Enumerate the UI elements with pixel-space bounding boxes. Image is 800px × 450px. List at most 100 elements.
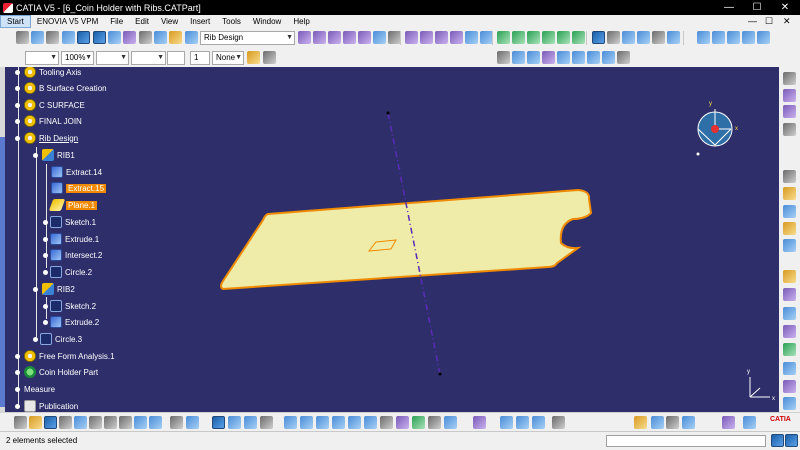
polyline-icon[interactable] <box>497 51 510 64</box>
tree-node-tooling-axis[interactable]: Tooling Axis <box>15 67 81 79</box>
point-style-select[interactable] <box>167 51 185 65</box>
pad-icon[interactable] <box>783 89 796 102</box>
plane-tool-icon[interactable] <box>783 222 796 235</box>
car-icon[interactable] <box>552 416 565 429</box>
save-icon[interactable] <box>44 416 57 429</box>
tree-expander[interactable] <box>15 386 20 392</box>
tree-expander[interactable] <box>15 85 20 91</box>
tree-node-circle-2[interactable]: Circle.2 <box>43 265 92 279</box>
analysis-icon[interactable] <box>154 31 167 44</box>
measure-item-icon[interactable] <box>228 416 241 429</box>
tree-node-extract-15[interactable]: Extract.15 <box>51 181 107 195</box>
point-icon[interactable] <box>587 51 600 64</box>
tree-node-intersect-2[interactable]: Intersect.2 <box>43 248 102 262</box>
menu-tools[interactable]: Tools <box>216 15 247 28</box>
ghost-icon[interactable] <box>666 416 679 429</box>
light-icon[interactable] <box>169 31 182 44</box>
draft-icon[interactable] <box>527 31 540 44</box>
tree-expander[interactable] <box>15 369 20 375</box>
doc-minimize-button[interactable]: — <box>748 16 757 26</box>
color-select[interactable]: ▼ <box>25 51 59 65</box>
tree-expander[interactable] <box>15 135 20 141</box>
compass-gizmo[interactable] <box>696 109 733 156</box>
shading-icon[interactable] <box>412 416 425 429</box>
multi-section-icon[interactable] <box>783 288 796 301</box>
snap-icon[interactable] <box>617 51 630 64</box>
tree-expander[interactable] <box>43 252 48 258</box>
quick-print-icon[interactable] <box>74 416 87 429</box>
comment-icon[interactable] <box>186 416 199 429</box>
sketcher-icon[interactable] <box>783 72 796 85</box>
power-input-icon[interactable] <box>771 434 784 447</box>
scroll-down-icon[interactable] <box>783 170 796 183</box>
catalog-icon[interactable] <box>473 416 486 429</box>
fly-icon[interactable] <box>284 416 297 429</box>
revolve-icon[interactable] <box>783 307 796 320</box>
line-tool-icon[interactable] <box>783 205 796 218</box>
grid-icon[interactable] <box>62 31 75 44</box>
sweep-tool-icon[interactable] <box>783 270 796 283</box>
compass-icon[interactable] <box>31 31 44 44</box>
projection-icon[interactable] <box>542 51 555 64</box>
tree-expander[interactable] <box>15 118 20 124</box>
measure-icon[interactable] <box>139 31 152 44</box>
shell-icon[interactable] <box>542 31 555 44</box>
diagonal-line-icon[interactable] <box>512 51 525 64</box>
workbench-select[interactable]: Rib Design ▼ <box>200 31 295 45</box>
iso-view-icon[interactable] <box>396 416 409 429</box>
thread-icon[interactable] <box>572 31 585 44</box>
trim-icon[interactable] <box>420 31 433 44</box>
select-icon[interactable] <box>77 31 90 44</box>
material-icon[interactable] <box>651 416 664 429</box>
menu-help[interactable]: Help <box>287 15 315 28</box>
close-button[interactable]: ✕ <box>771 0 799 15</box>
corner-icon[interactable] <box>652 31 665 44</box>
scroll-up-icon[interactable] <box>783 123 796 136</box>
parameter-icon[interactable] <box>516 416 529 429</box>
tree-node-rib-design[interactable]: Rib Design <box>15 131 78 145</box>
menu-edit[interactable]: Edit <box>129 15 155 28</box>
properties-icon[interactable] <box>263 51 276 64</box>
connect-icon[interactable] <box>712 31 725 44</box>
pan-icon[interactable] <box>316 416 329 429</box>
rule-icon[interactable] <box>532 416 545 429</box>
undo-icon[interactable] <box>134 416 147 429</box>
wireframe-icon[interactable] <box>298 31 311 44</box>
tree-icon[interactable] <box>93 31 106 44</box>
tree-expander[interactable] <box>43 303 48 309</box>
menu-file[interactable]: File <box>104 15 129 28</box>
power-input-field[interactable] <box>606 435 766 447</box>
tree-expander[interactable] <box>15 353 20 359</box>
measure-tool-icon[interactable] <box>212 416 225 429</box>
tree-node-plane-1[interactable]: Plane.1 <box>48 198 98 212</box>
orbit-icon[interactable] <box>16 31 29 44</box>
blend-icon[interactable] <box>358 31 371 44</box>
menu-view[interactable]: View <box>155 15 184 28</box>
paste-icon[interactable] <box>119 416 132 429</box>
tree-node-b-surface[interactable]: B Surface Creation <box>15 81 107 95</box>
symmetry-icon[interactable] <box>742 31 755 44</box>
measure-inertia-icon[interactable] <box>244 416 257 429</box>
tree-expander[interactable] <box>33 286 38 292</box>
fill-tool-icon[interactable] <box>783 380 796 393</box>
formula-icon[interactable] <box>170 416 183 429</box>
offset-icon[interactable] <box>373 31 386 44</box>
tree-node-sketch-1[interactable]: Sketch.1 <box>43 215 96 229</box>
pocket-icon[interactable] <box>783 105 796 118</box>
appearance-icon[interactable] <box>682 416 695 429</box>
cancel-power-input-icon[interactable] <box>785 434 798 447</box>
tree-node-coin-holder-part[interactable]: Coin Holder Part <box>15 365 98 379</box>
cylinder-icon[interactable] <box>783 343 796 356</box>
zoom-in-icon[interactable] <box>348 416 361 429</box>
thickness-select[interactable]: 1 <box>190 51 210 65</box>
pattern-icon[interactable] <box>757 31 770 44</box>
match-icon[interactable] <box>727 31 740 44</box>
fill-icon[interactable] <box>343 31 356 44</box>
thickness-icon[interactable] <box>557 31 570 44</box>
constraint-icon[interactable] <box>592 31 605 44</box>
extract-icon[interactable] <box>450 31 463 44</box>
offset-tool-icon[interactable] <box>783 362 796 375</box>
tree-scrollbar[interactable] <box>0 67 5 412</box>
swap-space-icon[interactable] <box>444 416 457 429</box>
tree-node-c-surface[interactable]: C SURFACE <box>15 98 85 112</box>
